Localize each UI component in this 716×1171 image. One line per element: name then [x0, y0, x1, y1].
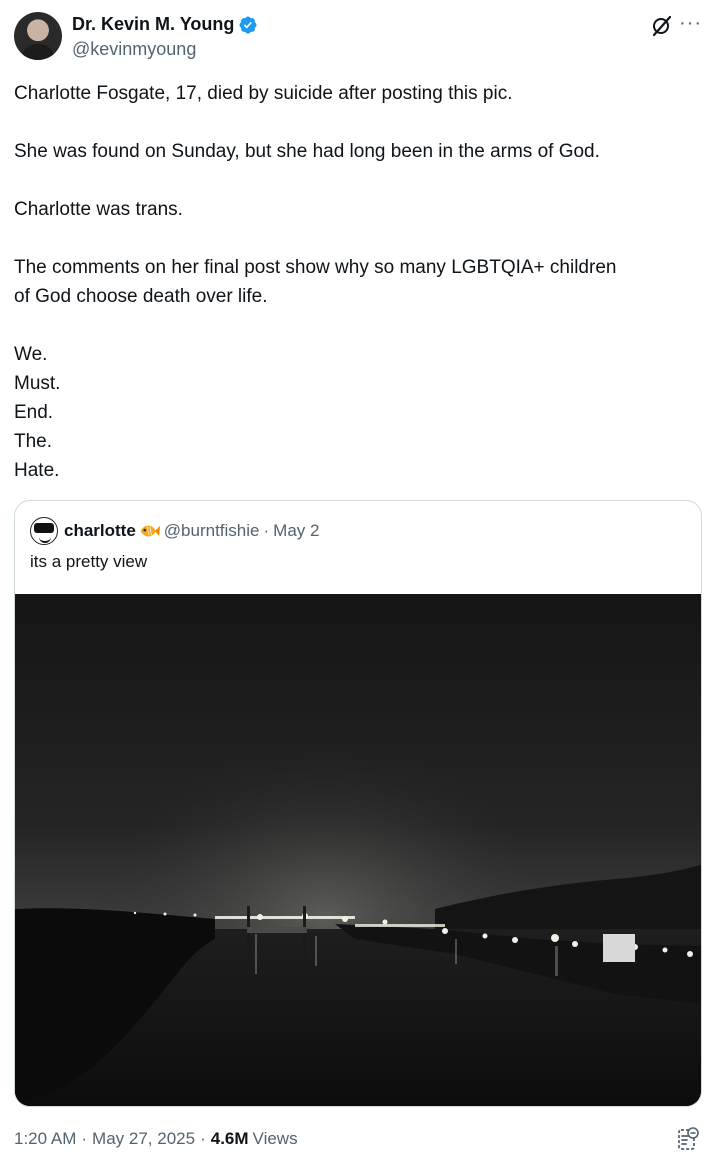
- quoted-tweet-text: its a pretty view: [30, 552, 148, 571]
- quoted-author-name[interactable]: charlotte: [64, 521, 136, 541]
- post-date[interactable]: May 27, 2025: [92, 1129, 195, 1149]
- tweet-text: Charlotte Fosgate, 17, died by suicide a…: [14, 79, 702, 485]
- tweet-text-line: The.: [14, 431, 53, 452]
- analytics-icon[interactable]: [676, 1127, 700, 1153]
- fish-icon: [140, 525, 160, 537]
- tweet-text-line: Charlotte Fosgate, 17, died by suicide a…: [14, 83, 513, 104]
- quoted-separator: ·: [263, 521, 270, 540]
- quoted-tweet-header: charlotte @burntfishie · May 2: [30, 517, 319, 545]
- author-handle[interactable]: @kevinmyoung: [72, 39, 196, 60]
- author-name-line: Dr. Kevin M. Young: [72, 14, 258, 35]
- quoted-author-handle[interactable]: @burntfishie: [164, 521, 260, 541]
- author-display-name[interactable]: Dr. Kevin M. Young: [72, 14, 234, 35]
- meta-separator: ·: [81, 1129, 88, 1148]
- quoted-date[interactable]: May 2: [273, 521, 319, 541]
- post-time[interactable]: 1:20 AM: [14, 1129, 76, 1149]
- night-river-photo[interactable]: [15, 594, 702, 1107]
- tweet-text-line: Hate.: [14, 460, 60, 481]
- tweet-text-line: The comments on her final post show why …: [14, 257, 617, 278]
- grok-icon[interactable]: [650, 14, 674, 38]
- tweet-text-line: She was found on Sunday, but she had lon…: [14, 141, 600, 162]
- tweet-text-line: We.: [14, 344, 48, 365]
- author-avatar[interactable]: [14, 12, 62, 60]
- tweet-header: Dr. Kevin M. Young @kevinmyoung ···: [14, 12, 702, 64]
- tweet-text-line: End.: [14, 402, 54, 423]
- views-count: 4.6M: [210, 1129, 249, 1148]
- tweet-text-line: of God choose death over life.: [14, 286, 268, 307]
- more-options-icon[interactable]: ···: [679, 12, 702, 35]
- verified-badge-icon: [239, 15, 257, 34]
- tweet-meta: 1:20 AM · May 27, 2025 · 4.6M Views: [14, 1127, 702, 1150]
- meta-separator: ·: [200, 1129, 206, 1148]
- views-label: Views: [252, 1129, 298, 1148]
- quoted-tweet[interactable]: charlotte @burntfishie · May 2 its a pre…: [14, 500, 702, 1107]
- tweet-text-line: Charlotte was trans.: [14, 199, 183, 220]
- tweet-text-line: Must.: [14, 373, 61, 394]
- quoted-author-avatar[interactable]: [30, 517, 58, 545]
